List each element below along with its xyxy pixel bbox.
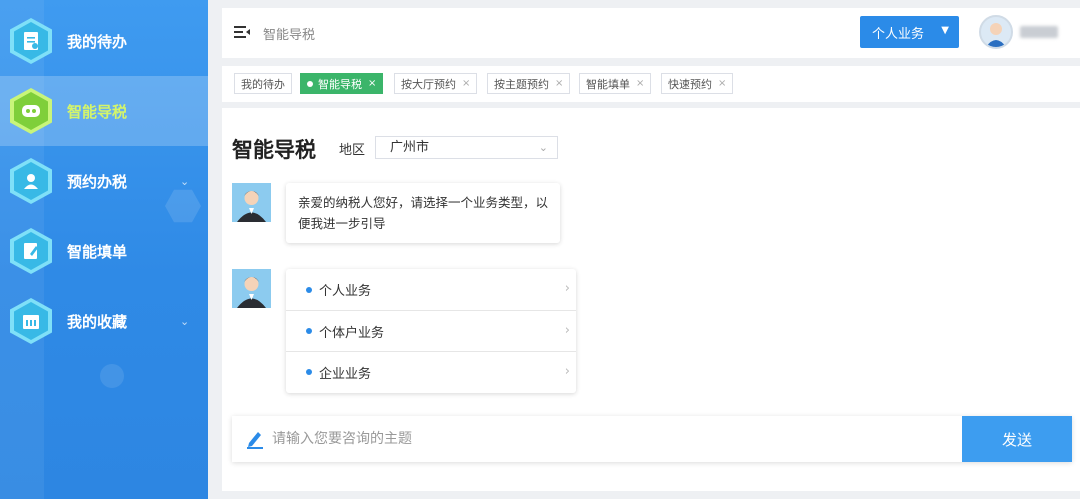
edit-form-icon xyxy=(10,228,52,274)
option-personal-business[interactable]: 个人业务 › xyxy=(286,269,576,310)
robot-icon xyxy=(10,88,52,134)
user-name xyxy=(1020,26,1058,38)
tab-bar: 我的待办 智能导税 × 按大厅预约 × 按主题预约 × 智能填单 × 快速预约 … xyxy=(222,66,1080,102)
tab-smart-form[interactable]: 智能填单 × xyxy=(579,73,652,94)
region-value: 广州市 xyxy=(390,140,430,155)
tab-hall-appointment[interactable]: 按大厅预约 × xyxy=(394,73,478,94)
avatar[interactable] xyxy=(979,15,1013,49)
sidebar-item-label: 我的收藏 xyxy=(67,312,128,331)
bullet-icon xyxy=(306,286,312,293)
option-label: 个体户业务 xyxy=(319,325,385,341)
chevron-down-icon: ▼ xyxy=(941,25,949,36)
tab-label: 按大厅预约 xyxy=(401,77,456,91)
tab-label: 我的待办 xyxy=(241,77,285,91)
tab-label: 按主题预约 xyxy=(494,77,549,91)
ask-input-bar: 发送 xyxy=(232,416,1072,462)
bullet-icon xyxy=(306,369,312,375)
calendar-icon xyxy=(10,298,52,344)
chevron-right-icon: › xyxy=(564,364,570,379)
tab-label: 快速预约 xyxy=(668,77,712,91)
main-panel: 智能导税 地区 广州市 ⌄ 亲爱的纳税人您好，请选择一个业务类型，以便我进一步引… xyxy=(222,108,1080,491)
send-button[interactable]: 发送 xyxy=(962,416,1072,462)
region-label: 地区 xyxy=(339,143,366,158)
chevron-right-icon: › xyxy=(564,281,570,296)
chevron-down-icon: ⌄ xyxy=(538,141,548,154)
bot-avatar xyxy=(232,269,271,308)
close-icon[interactable]: × xyxy=(462,78,470,89)
header-title: 智能导税 xyxy=(263,28,316,43)
close-icon[interactable]: × xyxy=(636,78,644,89)
region-select[interactable]: 广州市 ⌄ xyxy=(375,136,558,159)
sidebar-item-my-todo[interactable]: 我的待办 xyxy=(0,6,208,76)
sidebar-item-smart-form[interactable]: 智能填单 xyxy=(0,216,208,286)
sidebar-item-label: 智能填单 xyxy=(67,242,128,261)
pen-icon xyxy=(247,432,263,449)
close-icon[interactable]: × xyxy=(368,78,376,89)
decorative-circle xyxy=(100,364,124,388)
top-header: 智能导税 个人业务 ▼ xyxy=(222,8,1080,58)
business-type-select[interactable]: 个人业务 ▼ xyxy=(860,16,959,48)
option-enterprise-business[interactable]: 企业业务 › xyxy=(286,351,576,392)
person-icon xyxy=(10,158,52,204)
chevron-right-icon: › xyxy=(564,323,570,338)
option-individual-business[interactable]: 个体户业务 › xyxy=(286,310,576,351)
sidebar-item-favorites[interactable]: 我的收藏 ⌄ xyxy=(0,286,208,356)
page-title: 智能导税 xyxy=(232,138,316,162)
sidebar-item-label: 智能导税 xyxy=(67,102,128,121)
business-options-card: 个人业务 › 个体户业务 › 企业业务 › xyxy=(286,269,576,393)
bullet-icon xyxy=(306,328,312,334)
sidebar: 我的待办 智能导税 预约办税 ⌄ 智能填单 我的收藏 ⌄ xyxy=(0,0,208,499)
tab-topic-appointment[interactable]: 按主题预约 × xyxy=(487,73,571,94)
option-label: 企业业务 xyxy=(319,366,372,382)
active-dot-icon xyxy=(307,80,313,87)
tab-label: 智能导税 xyxy=(318,77,362,91)
chevron-down-icon: ⌄ xyxy=(180,314,190,328)
bot-message-bubble: 亲爱的纳税人您好，请选择一个业务类型，以便我进一步引导 xyxy=(286,183,560,243)
tab-label: 智能填单 xyxy=(586,77,630,91)
sidebar-item-label: 预约办税 xyxy=(67,172,128,191)
document-icon xyxy=(10,18,52,64)
close-icon[interactable]: × xyxy=(718,78,726,89)
menu-icon[interactable] xyxy=(234,25,250,39)
business-type-value: 个人业务 xyxy=(872,26,925,42)
ask-input[interactable] xyxy=(272,427,952,451)
close-icon[interactable]: × xyxy=(555,78,563,89)
tab-smart-guide[interactable]: 智能导税 × xyxy=(300,73,384,94)
bot-greeting-text: 亲爱的纳税人您好，请选择一个业务类型，以便我进一步引导 xyxy=(298,195,549,231)
bot-avatar xyxy=(232,183,271,222)
sidebar-item-smart-guide[interactable]: 智能导税 xyxy=(0,76,208,146)
tab-quick-appointment[interactable]: 快速预约 × xyxy=(661,73,734,94)
sidebar-item-label: 我的待办 xyxy=(67,32,128,51)
tab-my-todo[interactable]: 我的待办 xyxy=(234,73,292,94)
chevron-down-icon: ⌄ xyxy=(180,174,190,188)
option-label: 个人业务 xyxy=(319,284,372,299)
sidebar-item-appointment[interactable]: 预约办税 ⌄ xyxy=(0,146,208,216)
